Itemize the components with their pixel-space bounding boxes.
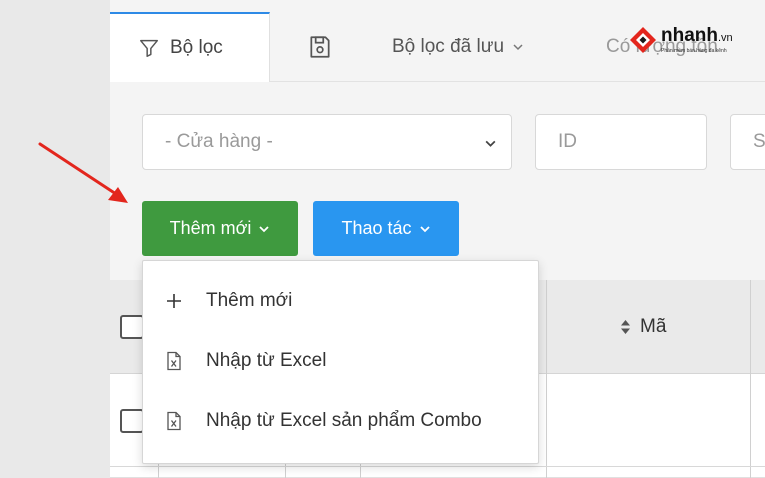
- row-checkbox[interactable]: [120, 409, 144, 433]
- tab-filter-label: Bộ lọc: [170, 37, 223, 58]
- table-row-divider: [110, 466, 765, 467]
- logo-brand: nhanh.vn: [661, 24, 733, 46]
- menu-item-label: Nhập từ Excel sản phẩm Combo: [206, 410, 482, 431]
- logo-tagline: Phần mềm bán hàng đa kênh: [661, 47, 727, 54]
- sku-input[interactable]: S: [730, 114, 765, 170]
- tab-save-filter[interactable]: [300, 12, 340, 82]
- add-new-dropdown-menu: Thêm mới Nhập từ Excel Nhập từ Excel sản…: [142, 260, 539, 464]
- nhanh-logo-icon: [630, 27, 656, 53]
- sort-icon: [621, 320, 630, 334]
- select-all-checkbox[interactable]: [120, 315, 144, 339]
- menu-item-add-new[interactable]: Thêm mới: [143, 271, 538, 331]
- chevron-down-icon: [259, 225, 270, 232]
- excel-file-icon: [167, 351, 181, 371]
- save-icon: [310, 36, 330, 58]
- sku-input-placeholder: S: [753, 131, 765, 152]
- store-select[interactable]: - Cửa hàng -: [142, 114, 512, 170]
- chevron-down-icon: [419, 225, 430, 232]
- plus-icon: [167, 294, 181, 308]
- menu-item-label: Nhập từ Excel: [206, 350, 327, 371]
- add-new-button-label: Thêm mới: [169, 218, 252, 238]
- funnel-icon: [140, 39, 158, 57]
- tab-saved-label: Bộ lọc đã lưu: [392, 36, 505, 57]
- menu-item-import-excel-combo[interactable]: Nhập từ Excel sản phẩm Combo: [143, 391, 538, 451]
- id-input[interactable]: ID: [535, 114, 707, 170]
- menu-item-label: Thêm mới: [206, 290, 293, 311]
- tab-saved-filters[interactable]: Bộ lọc đã lưu: [392, 12, 572, 82]
- add-new-button[interactable]: Thêm mới: [142, 201, 298, 256]
- annotation-arrow: [38, 142, 128, 203]
- menu-item-import-excel[interactable]: Nhập từ Excel: [143, 331, 538, 391]
- actions-button[interactable]: Thao tác: [313, 201, 459, 256]
- chevron-down-icon: [485, 140, 496, 147]
- tab-filter[interactable]: Bộ lọc: [110, 12, 270, 82]
- table-divider: [750, 280, 751, 478]
- store-select-placeholder: - Cửa hàng -: [165, 131, 273, 152]
- table-divider: [546, 280, 547, 478]
- id-input-placeholder: ID: [558, 131, 577, 152]
- excel-file-icon: [167, 411, 181, 431]
- column-header-code[interactable]: Mã: [620, 316, 666, 338]
- nhanh-logo: nhanh.vn Phần mềm bán hàng đa kênh: [628, 22, 756, 58]
- actions-button-label: Thao tác: [341, 218, 412, 238]
- column-header-code-label: Mã: [640, 316, 667, 337]
- chevron-down-icon: [513, 44, 523, 51]
